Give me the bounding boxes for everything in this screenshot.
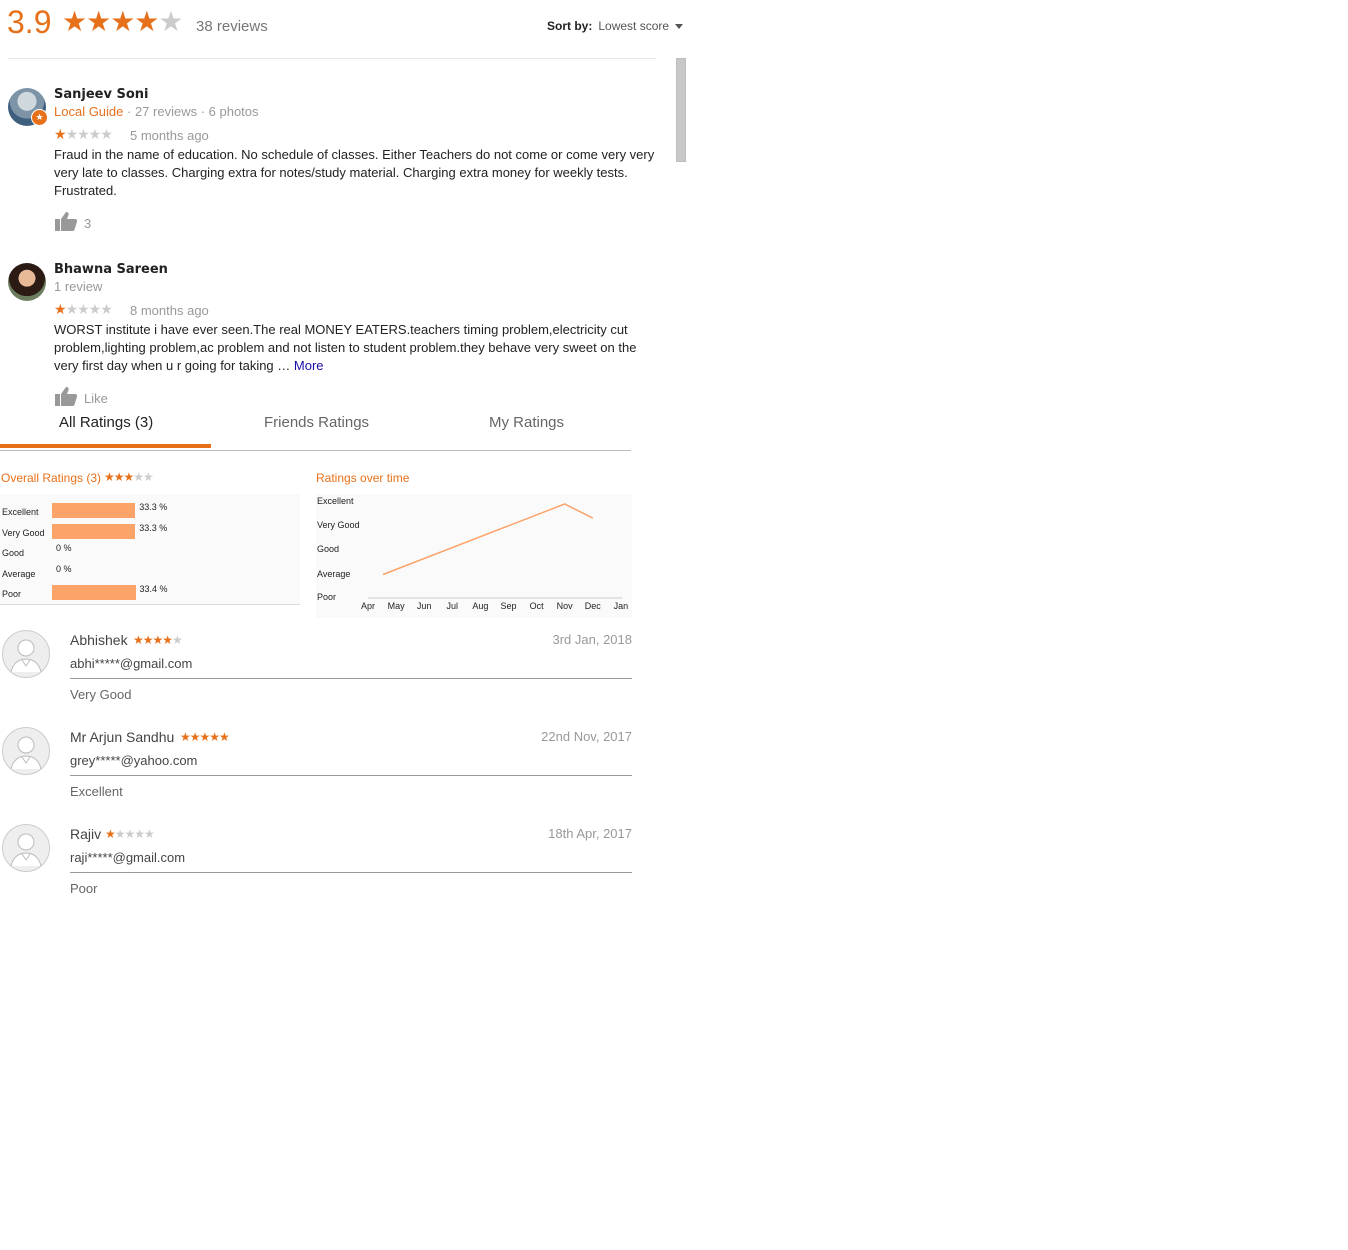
bar	[52, 503, 136, 518]
reviews-header: 3.9 ★★★★★ 38 reviews Sort by: Lowest scor…	[0, 0, 690, 58]
user-avatar-icon[interactable]	[2, 727, 50, 775]
review-text: WORST institute i have ever seen.The rea…	[54, 321, 660, 375]
average-score: 3.9	[7, 4, 52, 40]
tab-all-ratings[interactable]: All Ratings (3)	[59, 414, 153, 431]
bar-value-label: 33.3 %	[139, 502, 168, 512]
bar-row: Average 0 %	[0, 564, 300, 582]
tab-my-ratings[interactable]: My Ratings	[489, 414, 564, 431]
user-stars: ★★★★★	[180, 730, 230, 744]
reviewer-meta: 1 review	[54, 279, 103, 294]
sort-label: Sort by:	[547, 19, 593, 33]
thumbs-up-icon[interactable]	[54, 211, 78, 231]
user-avatar-icon[interactable]	[2, 824, 50, 872]
ratings-over-time-title: Ratings over time	[316, 471, 410, 485]
header-divider	[8, 58, 656, 59]
user-name[interactable]: Abhishek	[70, 632, 128, 648]
row-divider	[70, 678, 632, 679]
user-email: grey*****@yahoo.com	[70, 753, 198, 768]
user-stars: ★★★★★	[133, 633, 183, 647]
user-name[interactable]: Rajiv	[70, 826, 101, 842]
local-guide-badge-icon: ★	[31, 109, 48, 126]
review-text-body: WORST institute i have ever seen.The rea…	[54, 322, 637, 373]
user-email: abhi*****@gmail.com	[70, 656, 193, 671]
local-guide-label: Local Guide	[54, 104, 124, 119]
review-text: Fraud in the name of education. No sched…	[54, 147, 655, 198]
bar-value-label: 0 %	[56, 564, 72, 574]
review-card: Bhawna Sareen 1 review ★★★★★ 8 months ag…	[0, 261, 670, 411]
rating-text: Very Good	[70, 687, 132, 702]
review-stars: ★★★★★	[54, 301, 113, 317]
bar-category-label: Good	[2, 548, 25, 558]
overall-ratings-title: Overall Ratings (3)	[1, 471, 102, 485]
reviewer-avatar[interactable]	[8, 263, 46, 301]
like-count: 3	[84, 216, 92, 231]
bar-value-label: 33.4 %	[139, 584, 168, 594]
bar-category-label: Excellent	[2, 507, 39, 517]
review-count-link[interactable]: 38 reviews	[196, 18, 268, 35]
line-chart-plot	[368, 503, 622, 599]
user-email: raji*****@gmail.com	[70, 850, 186, 865]
review-card: ★ Sanjeev Soni Local Guide · 27 reviews …	[0, 86, 670, 246]
caret-down-icon	[675, 24, 684, 30]
row-divider	[70, 872, 632, 873]
sort-dropdown[interactable]: Sort by: Lowest score	[547, 19, 684, 33]
user-rating-row: Mr Arjun Sandhu ★★★★★ 22nd Nov, 2017 grey**…	[0, 727, 632, 823]
series-line	[382, 503, 594, 576]
rating-text: Poor	[70, 881, 98, 896]
bar-row: Good 0 %	[0, 543, 300, 561]
sort-value: Lowest score	[598, 19, 670, 33]
bar-row: Poor 33.4 %	[0, 584, 300, 602]
bar-row: Excellent 33.3 %	[0, 502, 300, 520]
bar-category-label: Poor	[2, 589, 22, 599]
user-name[interactable]: Mr Arjun Sandhu	[70, 729, 174, 745]
overall-stars: ★★★★★	[104, 470, 154, 484]
average-stars: ★★★★★	[62, 6, 184, 37]
reviewer-name[interactable]: Bhawna Sareen	[54, 262, 168, 277]
ratings-over-time-chart: Excellent Very Good Good Average Poor Apr May J…	[316, 494, 632, 618]
user-stars: ★★★★★	[105, 827, 155, 841]
rating-date: 22nd Nov, 2017	[541, 729, 632, 744]
rating-date: 3rd Jan, 2018	[552, 632, 632, 647]
reviewer-meta: Local Guide · 27 reviews · 6 photos	[54, 104, 259, 119]
bar-category-label: Very Good	[2, 528, 45, 538]
review-stars: ★★★★★	[54, 126, 113, 142]
user-rating-row: Abhishek ★★★★★ 3rd Jan, 2018 abhi*****@gmai…	[0, 630, 632, 726]
bar	[52, 585, 136, 600]
reviewer-name[interactable]: Sanjeev Soni	[54, 87, 149, 102]
review-time: 5 months ago	[130, 128, 209, 143]
bar-value-label: 33.3 %	[139, 523, 168, 533]
overall-ratings-bar-chart: Excellent 33.3 % Very Good 33.3 % Good 0 % Ave…	[0, 494, 300, 605]
active-tab-indicator	[0, 444, 211, 448]
more-link[interactable]: More	[294, 358, 324, 373]
star-empty-icon: ★	[158, 6, 183, 37]
bar-row: Very Good 33.3 %	[0, 523, 300, 541]
scrollbar-thumb[interactable]	[676, 58, 686, 162]
review-time: 8 months ago	[130, 303, 209, 318]
tab-friends-ratings[interactable]: Friends Ratings	[264, 414, 369, 431]
rating-text: Excellent	[70, 784, 123, 799]
rating-date: 18th Apr, 2017	[548, 826, 632, 841]
star-icon: ★★★★	[62, 6, 159, 37]
user-rating-row: Rajiv ★★★★★ 18th Apr, 2017 raji*****@gmail.…	[0, 824, 632, 920]
reviewer-stats: · 27 reviews · 6 photos	[127, 104, 259, 119]
bar-category-label: Average	[2, 569, 36, 579]
bar	[52, 524, 136, 539]
row-divider	[70, 775, 632, 776]
user-avatar-icon[interactable]	[2, 630, 50, 678]
bar-value-label: 0 %	[56, 543, 72, 553]
